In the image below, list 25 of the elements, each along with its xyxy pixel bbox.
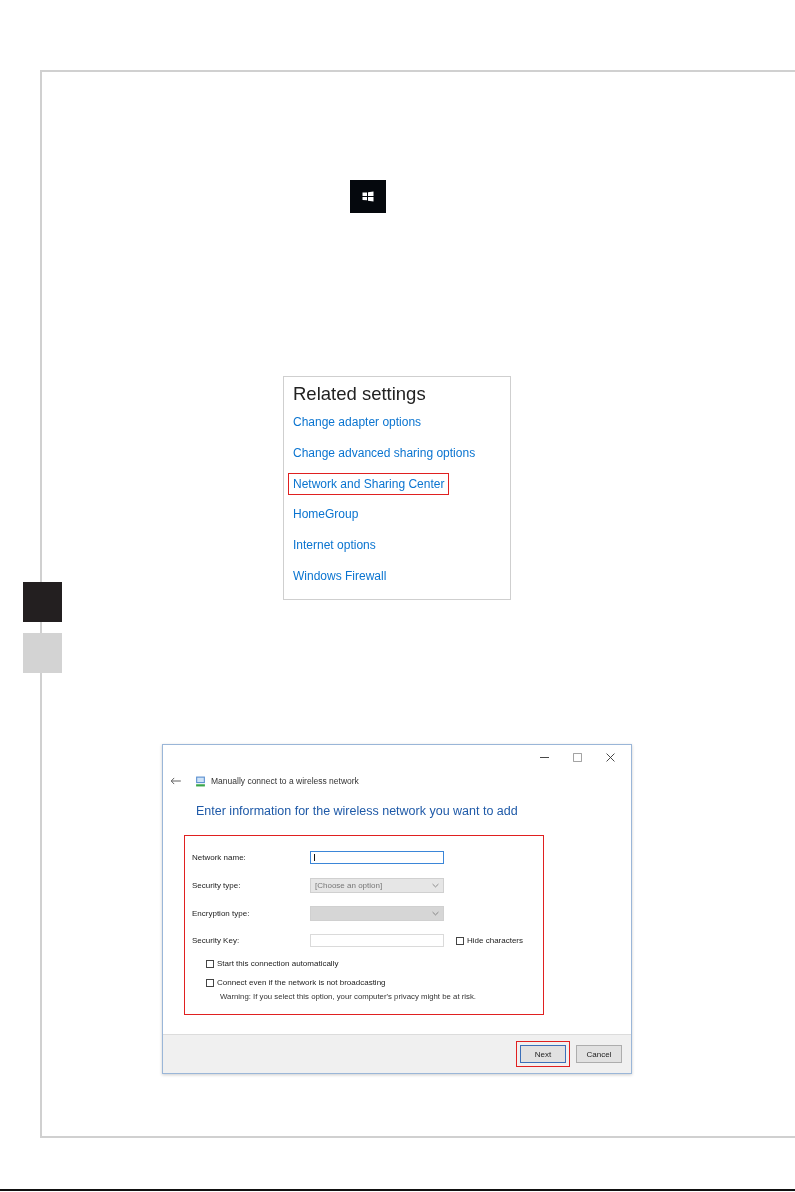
field-label: Security Key: (192, 936, 241, 945)
settings-link[interactable]: HomeGroup (289, 506, 363, 537)
window-title: Manually connect to a wireless network (211, 776, 359, 786)
close-icon[interactable] (606, 753, 615, 762)
network-icon (195, 775, 206, 787)
settings-link[interactable]: Windows Firewall (289, 568, 391, 600)
maximize-icon[interactable] (573, 753, 582, 762)
dialog-heading: Enter information for the wireless network you want to add (195, 803, 519, 820)
settings-link[interactable]: Change adapter options (289, 413, 426, 445)
chevron-down-icon (432, 911, 439, 916)
dropdown[interactable]: [Choose an option] (310, 878, 444, 893)
settings-link[interactable]: Network and Sharing Center (289, 474, 449, 494)
panel-title: Related settings (293, 382, 426, 406)
field-label: Security type: (192, 881, 242, 890)
settings-link[interactable]: Internet options (289, 537, 380, 568)
input-field[interactable] (310, 851, 444, 864)
checkbox[interactable]: Start this connection automatically (206, 954, 543, 973)
windows-key-icon (350, 180, 386, 213)
field-label: Encryption type: (192, 909, 251, 918)
back-arrow-icon[interactable] (170, 777, 181, 785)
dialog-button[interactable]: Cancel (576, 1045, 622, 1063)
chevron-down-icon (432, 883, 439, 888)
settings-link[interactable]: Change advanced sharing options (289, 444, 480, 476)
checkbox[interactable]: Connect even if the network is not broadcasting (206, 973, 543, 992)
field-label: Network name: (192, 853, 247, 862)
